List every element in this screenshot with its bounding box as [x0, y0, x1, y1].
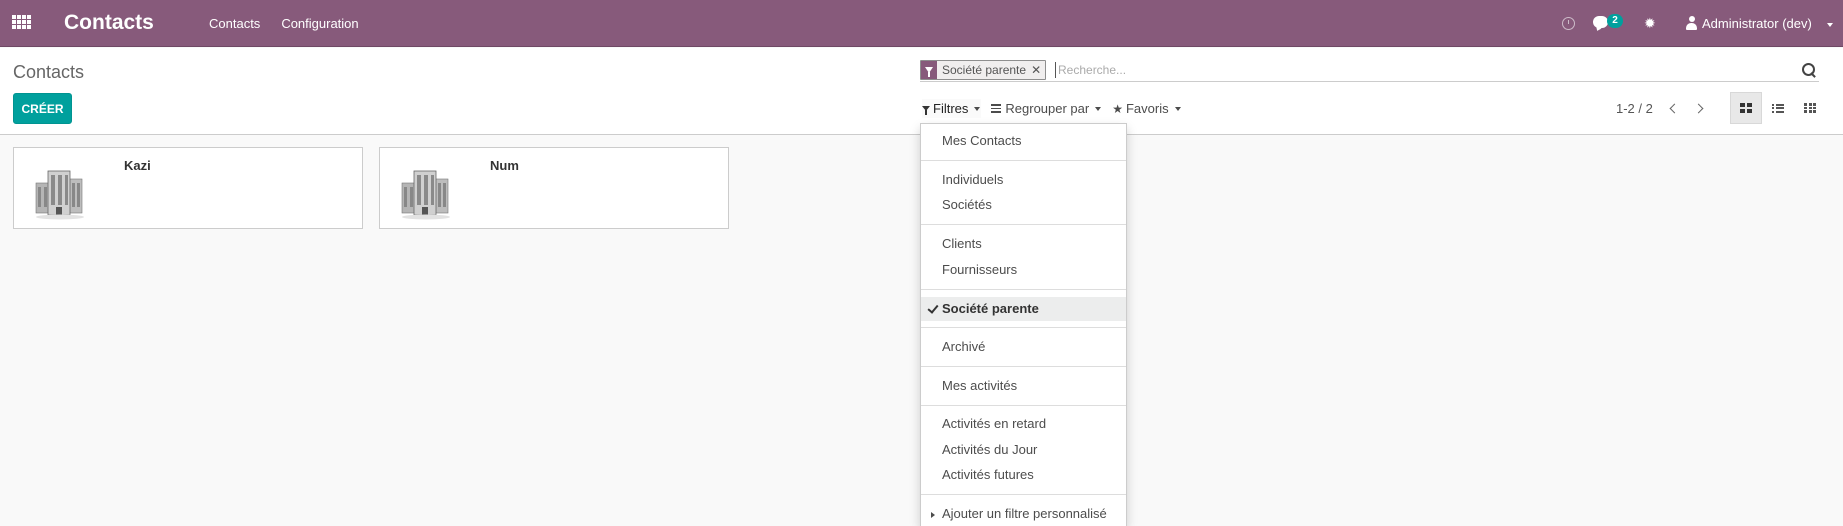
group-by-bars-icon — [991, 104, 1002, 113]
group-by-caret-icon — [1095, 106, 1102, 111]
user-menu-name[interactable]: Administrator (dev) — [1702, 16, 1812, 31]
messaging-chat-icon[interactable] — [1593, 16, 1608, 28]
activities-clock-icon[interactable] — [1562, 17, 1575, 30]
card-name: Kazi — [124, 158, 151, 173]
dropdown-divider — [921, 224, 1126, 225]
company-icon — [35, 170, 84, 220]
pager-previous-icon[interactable] — [1666, 102, 1680, 116]
filter-societes[interactable]: Sociétés — [921, 193, 1126, 217]
kanban-card[interactable]: Kazi — [13, 147, 363, 229]
kanban-view-button[interactable] — [1730, 92, 1762, 124]
filter-mes-contacts[interactable]: Mes Contacts — [921, 129, 1126, 153]
facet-label: Société parente — [942, 63, 1027, 77]
filter-activites-du-jour[interactable]: Activités du Jour — [921, 438, 1126, 462]
search-icon[interactable] — [1802, 63, 1817, 78]
dropdown-divider — [921, 160, 1126, 161]
add-custom-filter-label: Ajouter un filtre personnalisé — [942, 506, 1107, 521]
facet-remove-icon[interactable]: ✕ — [1030, 61, 1045, 79]
search-options: Filtres Regrouper par ★ Favoris — [920, 99, 1181, 118]
favorites-caret-icon — [1174, 106, 1181, 111]
dropdown-divider — [921, 327, 1126, 328]
filters-toggle[interactable]: Filtres — [922, 99, 982, 118]
kanban-view-icon — [1740, 103, 1752, 113]
search-facet[interactable]: Société parente ✕ — [920, 60, 1047, 80]
list-view-button[interactable] — [1762, 92, 1794, 124]
control-panel: Contacts CRÉER Société parente ✕ Filtres… — [0, 48, 1843, 135]
card-name: Num — [490, 158, 519, 173]
filter-mes-activites[interactable]: Mes activités — [921, 374, 1126, 398]
pager-value[interactable]: 1-2 / 2 — [1616, 101, 1653, 116]
menu-item-configuration[interactable]: Configuration — [281, 16, 358, 31]
menu-item-contacts[interactable]: Contacts — [209, 16, 260, 31]
dropdown-divider — [921, 366, 1126, 367]
breadcrumb: Contacts — [13, 62, 85, 82]
filter-icon — [922, 106, 930, 115]
filter-fournisseurs[interactable]: Fournisseurs — [921, 258, 1126, 282]
group-by-toggle[interactable]: Regrouper par — [991, 99, 1102, 118]
add-custom-filter[interactable]: Ajouter un filtre personnalisé — [921, 502, 1126, 526]
filter-activites-en-retard[interactable]: Activités en retard — [921, 412, 1126, 436]
app-brand[interactable]: Contacts — [64, 11, 154, 35]
filters-dropdown: Mes Contacts Individuels Sociétés Client… — [920, 123, 1127, 526]
apps-menu-icon[interactable] — [12, 15, 31, 32]
caret-right-icon — [931, 512, 935, 518]
company-icon — [401, 170, 450, 220]
filter-societe-parente[interactable]: Société parente — [921, 297, 1126, 321]
chat-counter-badge: 2 — [1607, 14, 1623, 28]
filter-archive[interactable]: Archivé — [921, 335, 1126, 359]
dropdown-divider — [921, 289, 1126, 290]
favorites-toggle[interactable]: ★ Favoris — [1112, 99, 1181, 118]
kanban-card[interactable]: Num — [379, 147, 729, 229]
filter-facet-icon — [921, 61, 937, 79]
list-view-icon — [1772, 103, 1784, 113]
filter-clients[interactable]: Clients — [921, 232, 1126, 256]
dropdown-divider — [921, 405, 1126, 406]
search-input[interactable] — [1055, 62, 1655, 78]
favorites-label: Favoris — [1125, 101, 1169, 116]
dropdown-divider — [921, 494, 1126, 495]
debug-bug-icon[interactable]: ✹ — [1644, 16, 1656, 30]
group-by-label: Regrouper par — [1005, 101, 1090, 116]
search-bar: Société parente ✕ — [920, 59, 1819, 82]
filter-individuels[interactable]: Individuels — [921, 168, 1126, 192]
main-menu: Contacts Configuration — [209, 16, 359, 31]
top-navbar: Contacts Contacts Configuration 2 ✹ Admi… — [0, 0, 1843, 47]
grid-view-icon — [1804, 103, 1816, 113]
grid-view-button[interactable] — [1794, 92, 1826, 124]
user-menu-caret-icon[interactable] — [1827, 23, 1833, 27]
filter-activites-futures[interactable]: Activités futures — [921, 463, 1126, 487]
filters-label: Filtres — [933, 101, 969, 116]
star-icon: ★ — [1112, 101, 1123, 116]
user-icon[interactable] — [1686, 16, 1697, 30]
create-button[interactable]: CRÉER — [13, 93, 72, 124]
filter-societe-parente-label: Société parente — [942, 301, 1039, 316]
filters-caret-icon — [974, 106, 981, 111]
check-icon — [927, 303, 937, 313]
pager-next-icon[interactable] — [1693, 102, 1707, 116]
